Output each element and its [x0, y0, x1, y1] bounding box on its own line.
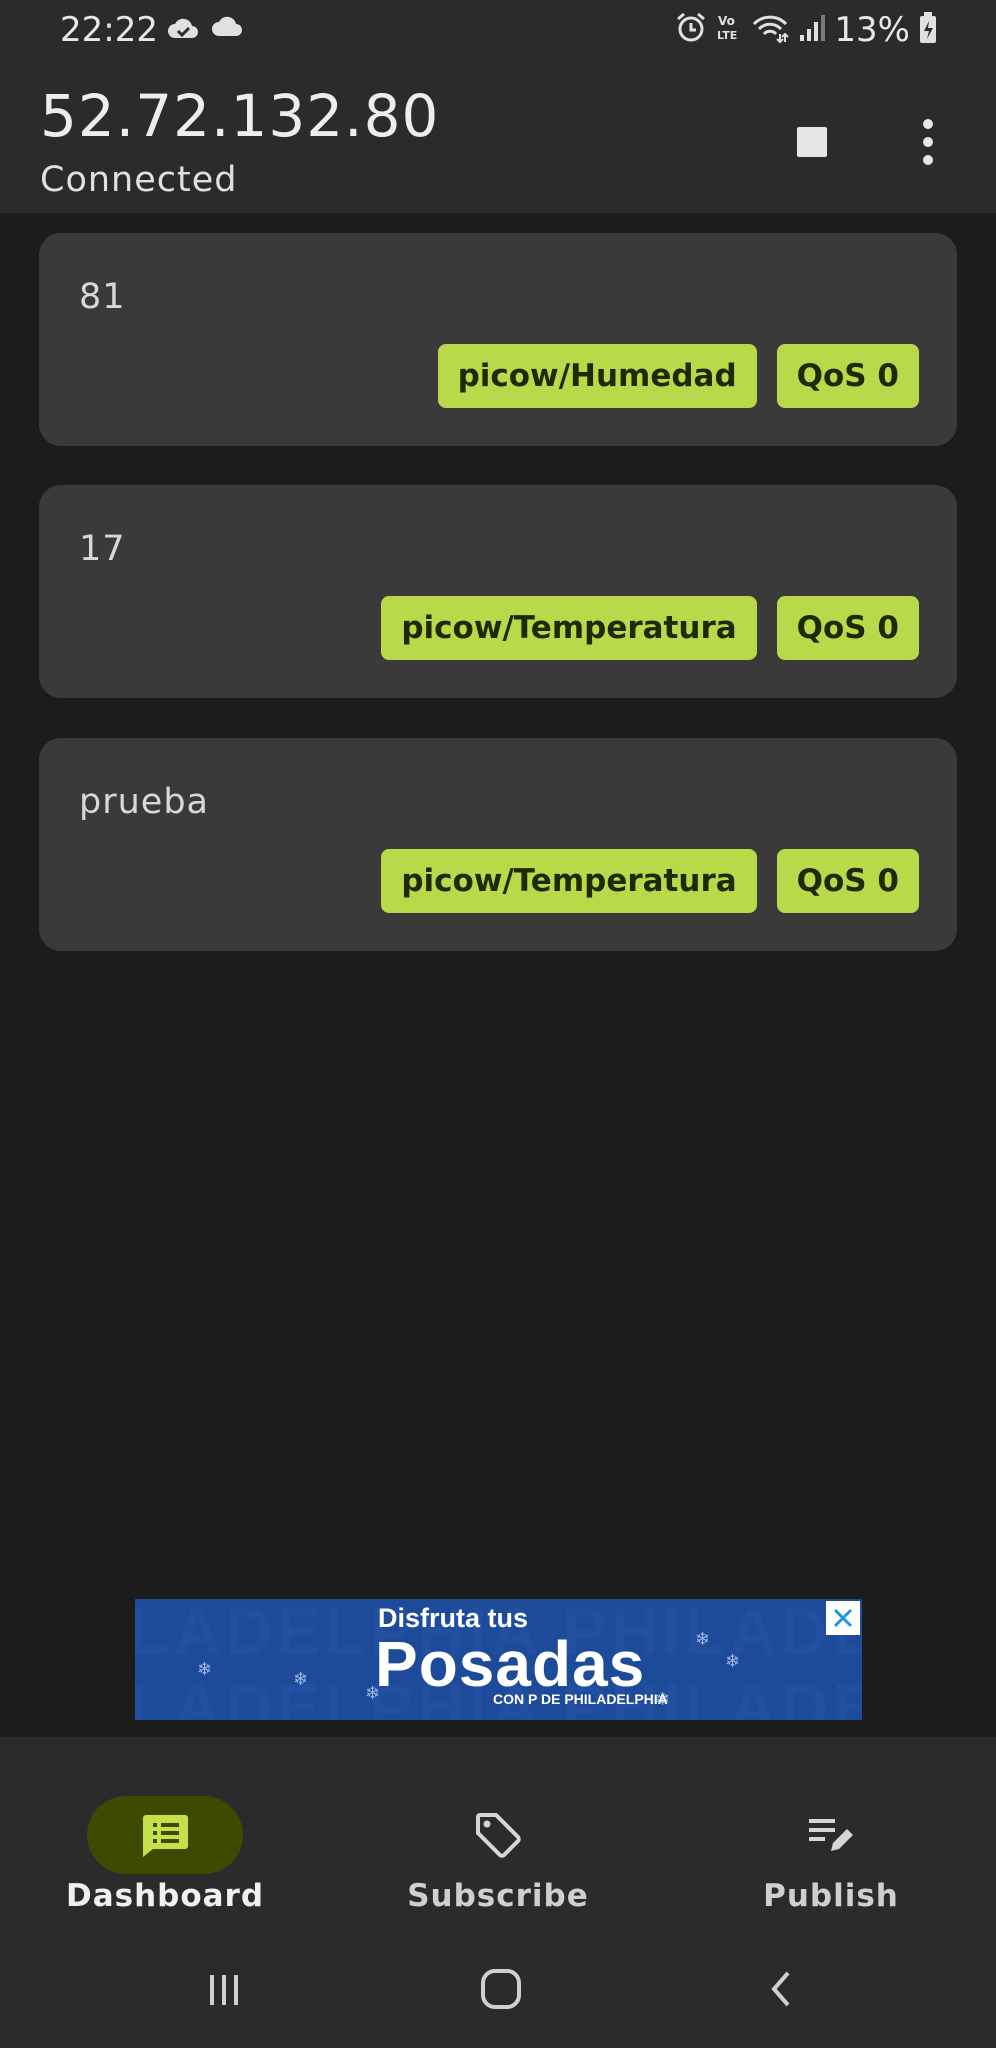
svg-text:Vo: Vo [718, 14, 735, 28]
message-card[interactable]: prueba picow/Temperatura QoS 0 [39, 738, 957, 951]
topic-chip[interactable]: picow/Humedad [437, 344, 757, 408]
message-payload: 81 [79, 277, 126, 317]
nav-item-dashboard[interactable]: Dashboard [0, 1767, 330, 1917]
wifi-icon [750, 12, 790, 48]
nav-item-publish[interactable]: Publish [666, 1767, 996, 1917]
topic-chip[interactable]: picow/Temperatura [381, 596, 757, 660]
nav-item-subscribe[interactable]: Subscribe [333, 1767, 663, 1917]
back-button[interactable] [752, 1959, 812, 2019]
ad-tagline: CON P DE PHILADELPHIA [493, 1691, 668, 1707]
qos-chip[interactable]: QoS 0 [776, 344, 919, 408]
signal-icon [798, 13, 826, 47]
more-options-button[interactable] [896, 110, 960, 174]
message-chips: picow/Humedad QoS 0 [437, 344, 919, 408]
message-card[interactable]: 81 picow/Humedad QoS 0 [39, 233, 957, 446]
stop-button[interactable] [780, 110, 844, 174]
message-list-icon [137, 1807, 193, 1863]
snowflake-icon: ❄ [197, 1659, 213, 1680]
alarm-icon [674, 11, 708, 49]
status-time: 22:22 [60, 10, 158, 50]
system-navigation-bar [0, 1929, 996, 2048]
battery-icon [918, 11, 938, 49]
close-icon [833, 1608, 853, 1628]
message-payload: prueba [79, 782, 209, 822]
ad-banner[interactable]: LADELPHIA PHILADELPHIA LADELPHIA PHILADE… [135, 1599, 862, 1720]
status-right-icons: Vo LTE 13% [674, 10, 938, 50]
nav-label: Subscribe [407, 1878, 589, 1914]
qos-chip[interactable]: QoS 0 [776, 596, 919, 660]
home-icon [481, 1969, 521, 2009]
message-payload: 17 [79, 529, 126, 569]
message-chips: picow/Temperatura QoS 0 [381, 596, 919, 660]
snowflake-icon: ❄ [695, 1629, 711, 1650]
topic-chip[interactable]: picow/Temperatura [381, 849, 757, 913]
recents-icon [210, 1975, 238, 2005]
snowflake-icon: ❄ [293, 1669, 309, 1690]
volte-icon: Vo LTE [716, 11, 742, 49]
tag-icon [470, 1807, 526, 1863]
nav-label: Dashboard [65, 1878, 265, 1914]
ad-close-button[interactable] [826, 1601, 860, 1635]
qos-chip[interactable]: QoS 0 [776, 849, 919, 913]
back-icon [771, 1971, 790, 2007]
ad-headline: Posadas [375, 1628, 646, 1700]
cloud-check-icon [166, 14, 200, 46]
snowflake-icon: ❄ [725, 1651, 741, 1672]
status-bar: 22:22 Vo LTE 13% [0, 0, 996, 60]
stop-icon [797, 127, 827, 157]
edit-list-icon [803, 1807, 859, 1863]
connection-status: Connected [40, 160, 238, 200]
broker-address-title: 52.72.132.80 [40, 82, 440, 150]
recents-button[interactable] [194, 1959, 254, 2019]
nav-label: Publish [763, 1878, 899, 1914]
app-screen: 22:22 Vo LTE 13% 52.72.132.80 Connected … [0, 0, 996, 2048]
app-bar: 52.72.132.80 Connected [0, 60, 996, 213]
more-vert-icon [923, 119, 933, 129]
message-chips: picow/Temperatura QoS 0 [381, 849, 919, 913]
battery-percent: 13% [834, 10, 910, 50]
home-button[interactable] [471, 1959, 531, 2019]
cloud-icon [210, 14, 244, 46]
message-card[interactable]: 17 picow/Temperatura QoS 0 [39, 485, 957, 698]
status-left-icons [166, 14, 244, 46]
bottom-navigation: Dashboard Subscribe Publish [0, 1737, 996, 1929]
svg-text:LTE: LTE [717, 29, 737, 42]
